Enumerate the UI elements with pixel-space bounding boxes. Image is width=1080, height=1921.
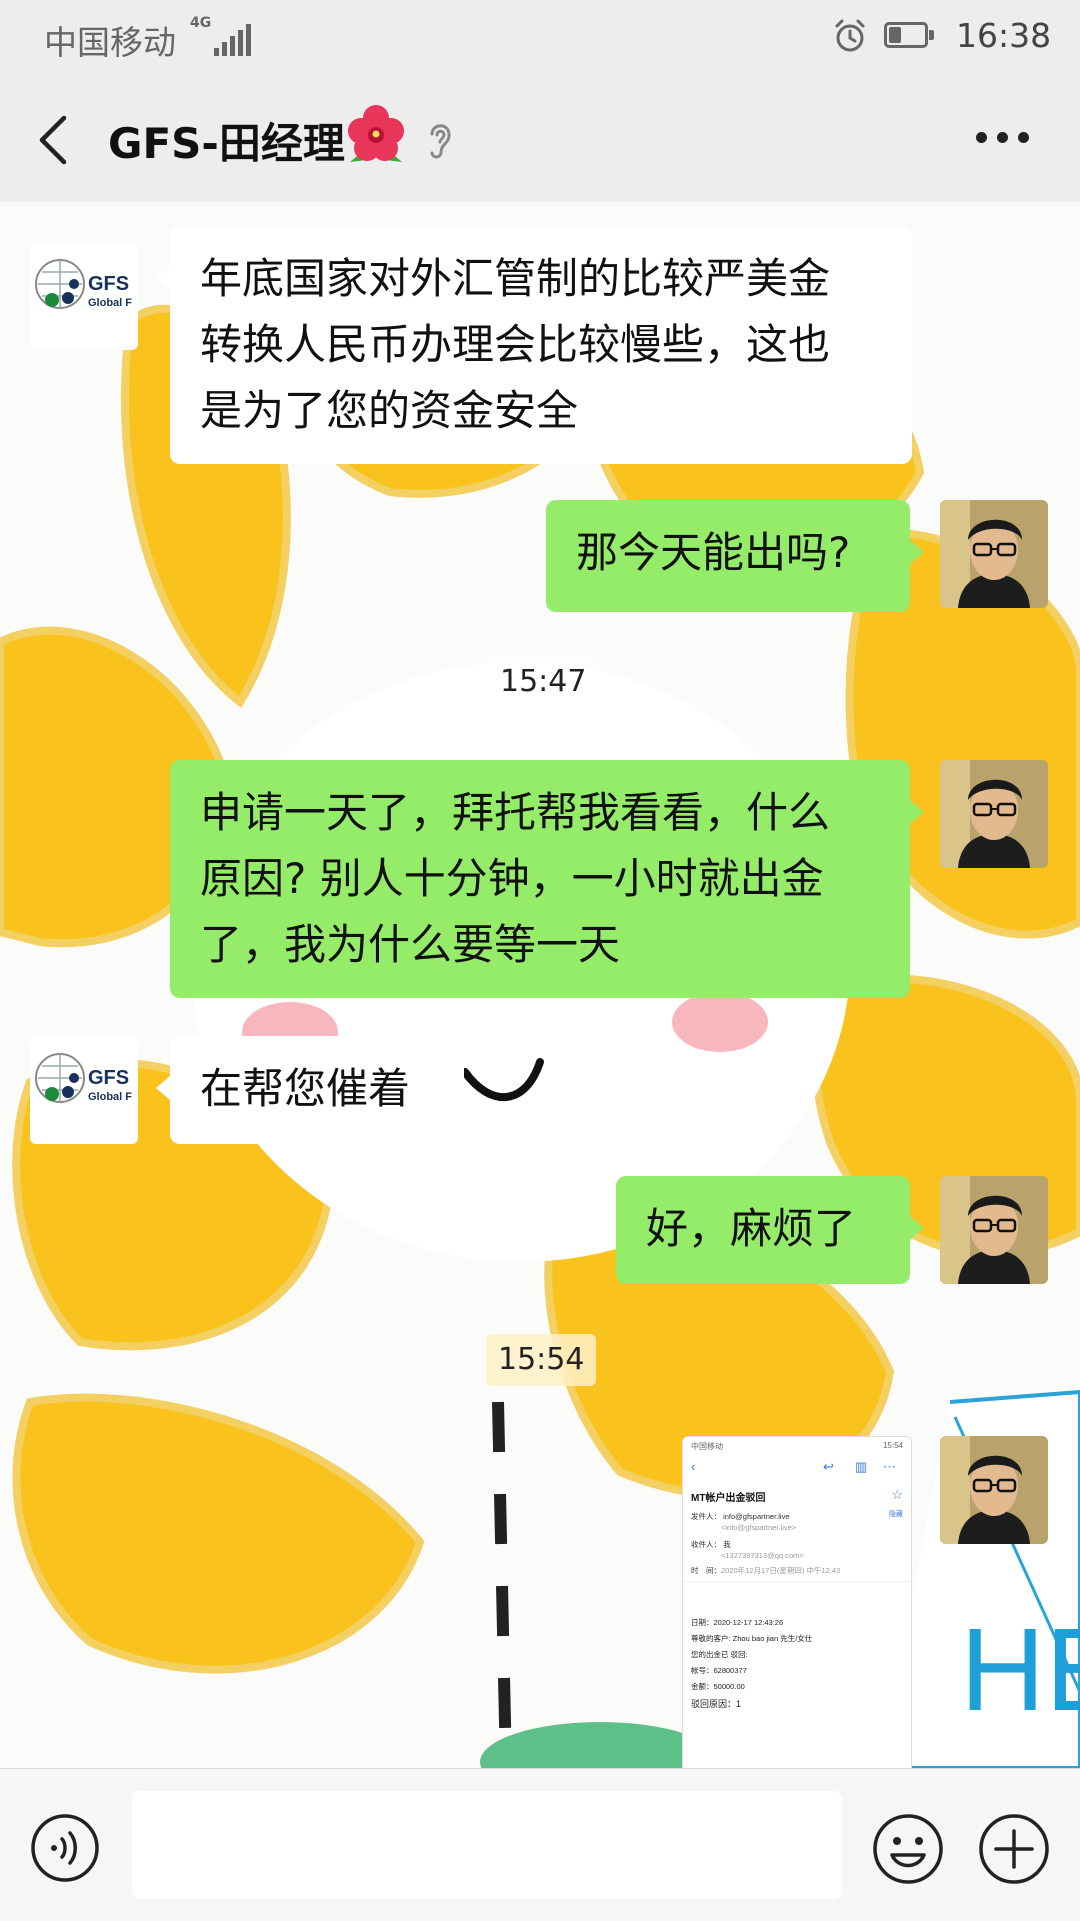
email-back-icon: ‹ bbox=[691, 1459, 696, 1474]
message-line: 在帮您催着 bbox=[200, 1064, 411, 1113]
email-time: 2020年12月17日(星期四) 中午12:43 bbox=[721, 1566, 841, 1575]
message-line: 好，麻烦了 bbox=[646, 1204, 857, 1253]
user-photo bbox=[940, 1436, 1048, 1544]
user-photo bbox=[940, 500, 1048, 608]
message-line: 转换人民币办理会比较慢些，这也 bbox=[200, 320, 831, 369]
email-toolbar: ‹ ↩ ▥ ⋯ bbox=[683, 1459, 911, 1479]
email-delete-icon: ▥ bbox=[855, 1459, 868, 1474]
signal-icon: 4G bbox=[190, 15, 251, 56]
chat-area[interactable]: HE GFS Global F 年底国家对外汇管制的比较严美金 转换人民币办理会… bbox=[0, 202, 1080, 1768]
timestamp: 15:54 bbox=[486, 1334, 597, 1386]
email-status-time: 15:54 bbox=[882, 1441, 903, 1450]
email-divider bbox=[683, 1581, 911, 1582]
email-status-carrier: 中国移动 bbox=[691, 1442, 723, 1451]
message-line: 原因? 别人十分钟，一小时就出金 bbox=[200, 854, 824, 903]
message-bubble-outgoing[interactable]: 那今天能出吗? bbox=[546, 500, 924, 612]
email-to-address: <1327397313@qq.com> bbox=[721, 1551, 804, 1560]
message-bubble-incoming[interactable]: 年底国家对外汇管制的比较严美金 转换人民币办理会比较慢些，这也 是为了您的资金安… bbox=[156, 226, 912, 464]
email-to-label: 收件人： bbox=[691, 1540, 721, 1549]
message-bubble-incoming[interactable]: 在帮您催着 bbox=[156, 1036, 464, 1144]
message-input[interactable] bbox=[132, 1791, 842, 1899]
email-from-label: 发件人： bbox=[691, 1512, 721, 1521]
email-more-icon: ⋯ bbox=[883, 1459, 896, 1474]
message-line: 那今天能出吗? bbox=[576, 528, 851, 577]
email-time-label: 时 间： bbox=[691, 1566, 721, 1575]
message-line: 年底国家对外汇管制的比较严美金 bbox=[200, 254, 831, 303]
battery-icon bbox=[884, 22, 936, 50]
input-bar bbox=[0, 1768, 1080, 1921]
contact-avatar[interactable]: GFS Global F bbox=[30, 1036, 138, 1144]
email-body-line: 您的出金已 驳回: bbox=[691, 1650, 748, 1659]
carrier-label: 中国移动 bbox=[44, 23, 176, 62]
chat-header: GFS-田经理 bbox=[0, 76, 1080, 202]
avatar-sub-text: Global F bbox=[88, 297, 132, 309]
voice-icon[interactable] bbox=[30, 1813, 100, 1883]
user-avatar[interactable] bbox=[940, 1436, 1048, 1544]
gfs-logo-icon: GFS Global F bbox=[30, 1036, 138, 1144]
back-icon[interactable] bbox=[34, 112, 74, 168]
chat-title[interactable]: GFS-田经理 bbox=[108, 110, 345, 171]
email-to-row: 收件人： 我 bbox=[691, 1539, 731, 1550]
message-line: 了，我为什么要等一天 bbox=[200, 920, 621, 969]
message-line: 是为了您的资金安全 bbox=[200, 386, 579, 435]
user-photo bbox=[940, 760, 1048, 868]
email-body-line: 驳回原因：1 bbox=[691, 1699, 742, 1709]
email-star-icon: ☆ bbox=[891, 1487, 903, 1502]
email-from-row: 发件人： info@gfspartner.live bbox=[691, 1511, 790, 1522]
user-avatar[interactable] bbox=[940, 500, 1048, 608]
avatar-gfs-text: GFS bbox=[88, 273, 129, 295]
status-time: 16:38 bbox=[956, 16, 1052, 55]
background-he-text: HE bbox=[960, 1604, 1080, 1736]
avatar-sub-text: Global F bbox=[88, 1091, 132, 1103]
message-line: 申请一天了，拜托帮我看看，什么 bbox=[200, 788, 831, 837]
email-subject: MT帐户出金驳回 bbox=[691, 1493, 766, 1504]
gfs-logo-icon: GFS Global F bbox=[30, 242, 138, 350]
image-message-email-screenshot[interactable]: 中国移动 15:54 ‹ ↩ ▥ ⋯ MT帐户出金驳回 ☆ 发件人： info@… bbox=[682, 1436, 912, 1768]
add-icon[interactable] bbox=[978, 1813, 1050, 1885]
email-body-line: 日期：2020-12-17 12:43:26 bbox=[691, 1618, 784, 1627]
email-body-line: 金额：50000.00 bbox=[691, 1682, 745, 1691]
message-bubble-outgoing[interactable]: 好，麻烦了 bbox=[616, 1176, 924, 1284]
timestamp: 15:47 bbox=[488, 656, 599, 708]
email-from-address: <info@gfspartner.live> bbox=[721, 1523, 797, 1532]
earpiece-icon bbox=[430, 124, 451, 159]
message-bubble-outgoing[interactable]: 申请一天了，拜托帮我看看，什么 原因? 别人十分钟，一小时就出金 了，我为什么要… bbox=[170, 760, 924, 998]
email-body-line: 尊敬的客户: Zhou bao jian 先生/女仕 bbox=[691, 1634, 813, 1643]
avatar-gfs-text: GFS bbox=[88, 1067, 129, 1089]
user-avatar[interactable] bbox=[940, 1176, 1048, 1284]
email-from: info@gfspartner.live bbox=[723, 1512, 790, 1521]
contact-avatar[interactable]: GFS Global F bbox=[30, 242, 138, 350]
more-icon[interactable] bbox=[976, 132, 1032, 146]
email-to: 我 bbox=[723, 1540, 731, 1549]
hibiscus-emoji-icon bbox=[348, 105, 404, 162]
network-type-label: 4G bbox=[190, 15, 212, 31]
user-avatar[interactable] bbox=[940, 760, 1048, 868]
email-reply-icon: ↩ bbox=[823, 1459, 834, 1474]
emoji-icon[interactable] bbox=[872, 1813, 944, 1885]
email-body-line: 帐号：62800377 bbox=[691, 1666, 747, 1675]
email-time-row: 时 间：2020年12月17日(星期四) 中午12:43 bbox=[691, 1565, 840, 1576]
alarm-icon bbox=[835, 19, 865, 52]
email-hide-link: 隐藏 bbox=[889, 1511, 903, 1518]
status-bar: 中国移动 4G 16:38 bbox=[0, 0, 1080, 76]
user-photo bbox=[940, 1176, 1048, 1284]
